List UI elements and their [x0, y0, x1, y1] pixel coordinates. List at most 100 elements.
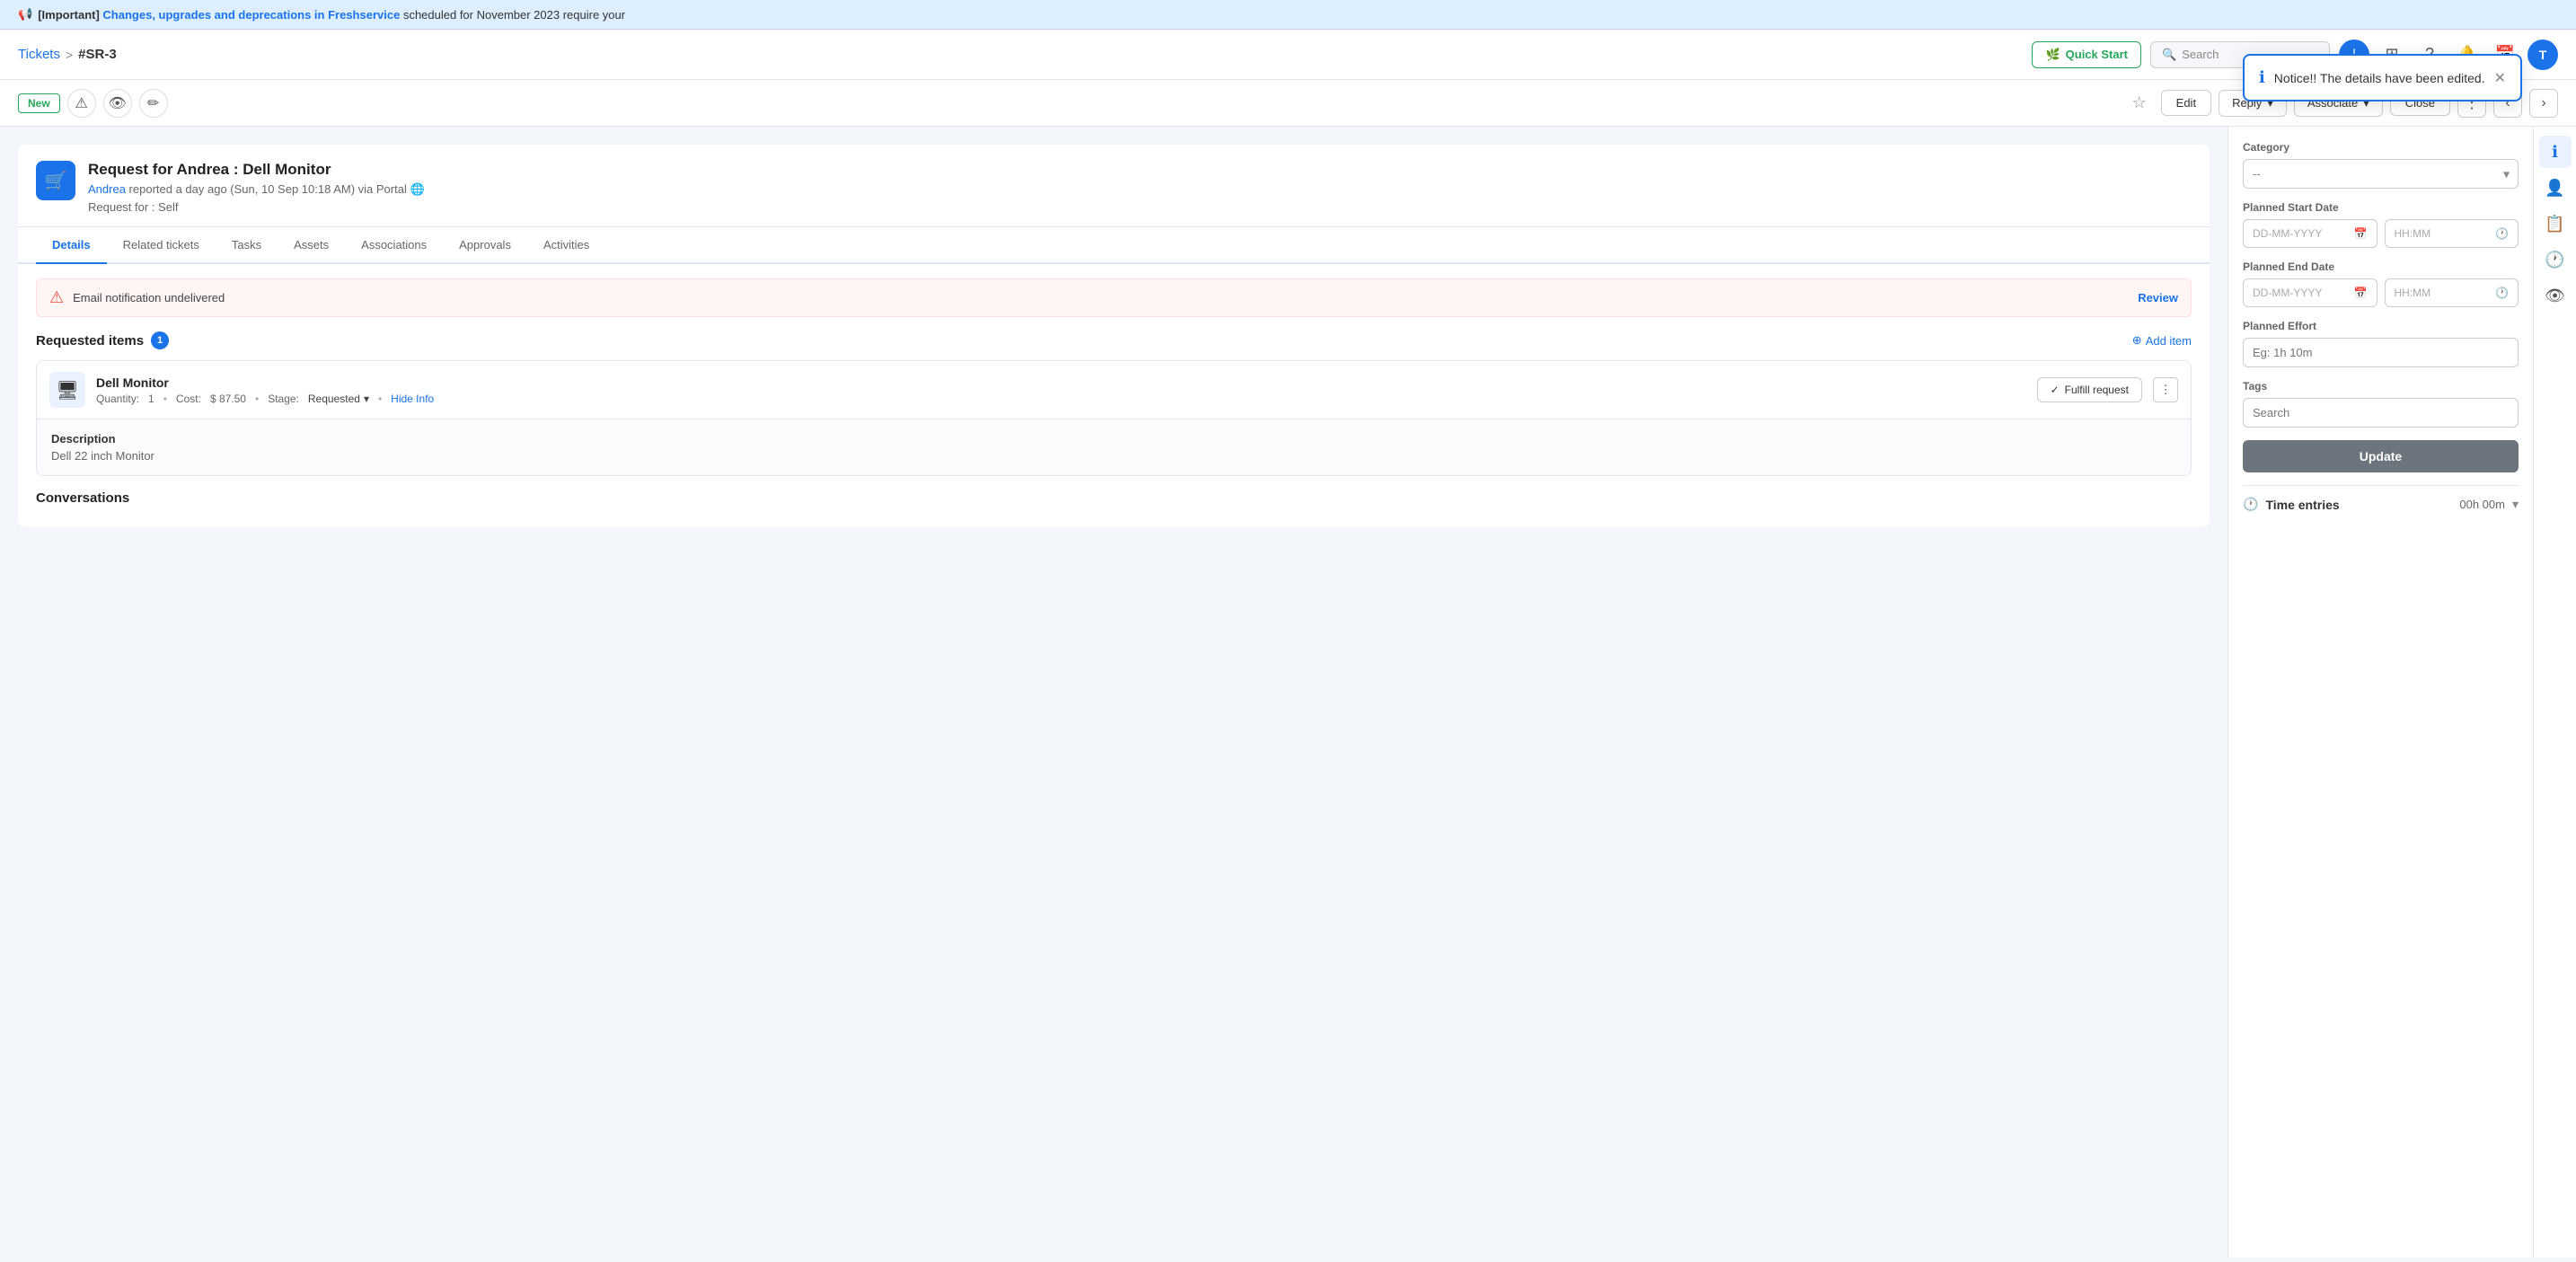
- right-panel: Category -- Planned Start Date DD-MM-YYY…: [2228, 127, 2533, 1258]
- category-field: Category --: [2243, 141, 2519, 189]
- start-time-placeholder: HH:MM: [2395, 227, 2431, 240]
- right-sidebar: ℹ 👤 📋 🕐 👁: [2533, 127, 2576, 1258]
- breadcrumb-separator: >: [66, 48, 73, 62]
- tab-related-tickets[interactable]: Related tickets: [107, 227, 216, 264]
- clock-icon: 🕐: [2495, 227, 2509, 240]
- toolbar: New ⚠ 👁 ✏ ☆ Edit Reply ▾ Associate ▾ Clo…: [0, 80, 2576, 127]
- planned-start-date-input[interactable]: DD-MM-YYYY 📅: [2243, 219, 2378, 248]
- separator-dot-2: •: [255, 393, 259, 405]
- reported-time: reported a day ago (Sun, 10 Sep 10:18 AM…: [129, 182, 407, 196]
- ticket-title: Request for Andrea : Dell Monitor: [88, 161, 425, 179]
- quick-start-button[interactable]: 🌿 Quick Start: [2032, 41, 2141, 68]
- notification-text: Notice!! The details have been edited.: [2274, 71, 2485, 85]
- category-select[interactable]: --: [2243, 159, 2519, 189]
- time-entries-chevron-icon: ▾: [2512, 497, 2519, 512]
- new-badge: New: [18, 93, 60, 113]
- announcement-prefix: [Important]: [38, 8, 100, 22]
- calendar-icon: 📅: [2354, 227, 2368, 240]
- quick-start-label: Quick Start: [2066, 48, 2128, 61]
- clock-icon-end: 🕐: [2495, 287, 2509, 299]
- edit-button[interactable]: Edit: [2161, 90, 2211, 116]
- item-more-button[interactable]: ⋮: [2153, 377, 2178, 402]
- stage-value[interactable]: Requested ▾: [308, 393, 369, 405]
- requested-items-title: Requested items: [36, 333, 144, 349]
- ticket-id: #SR-3: [78, 47, 117, 62]
- review-link[interactable]: Review: [2138, 291, 2178, 304]
- planned-effort-input[interactable]: [2243, 338, 2519, 367]
- next-ticket-button[interactable]: ›: [2529, 89, 2558, 118]
- edit-icon-button[interactable]: ✏: [139, 89, 168, 118]
- eye-icon-button[interactable]: 👁: [103, 89, 132, 118]
- tabs-bar: Details Related tickets Tasks Assets Ass…: [18, 227, 2210, 264]
- sidebar-clock-button[interactable]: 🕐: [2539, 243, 2572, 276]
- announcement-text: [Important] Changes, upgrades and deprec…: [38, 8, 625, 22]
- sidebar-notes-button[interactable]: 📋: [2539, 207, 2572, 240]
- main-layout: 🛒 Request for Andrea : Dell Monitor Andr…: [0, 127, 2576, 1258]
- tags-label: Tags: [2243, 380, 2519, 393]
- start-date-placeholder: DD-MM-YYYY: [2253, 227, 2322, 240]
- sidebar-info-button[interactable]: ℹ: [2539, 136, 2572, 168]
- planned-start-date-row: DD-MM-YYYY 📅 HH:MM 🕐: [2243, 219, 2519, 248]
- planned-start-date-field: Planned Start Date DD-MM-YYYY 📅 HH:MM 🕐: [2243, 201, 2519, 248]
- end-time-placeholder: HH:MM: [2395, 287, 2431, 299]
- tags-search-input[interactable]: [2243, 398, 2519, 428]
- planned-start-time-input[interactable]: HH:MM 🕐: [2385, 219, 2519, 248]
- checkmark-icon: ✓: [2051, 384, 2060, 396]
- time-entries-clock-icon: 🕐: [2243, 497, 2258, 512]
- tab-assets[interactable]: Assets: [278, 227, 345, 264]
- header: Tickets > #SR-3 🌿 Quick Start 🔍 Search ＋…: [0, 30, 2576, 80]
- end-date-placeholder: DD-MM-YYYY: [2253, 287, 2322, 299]
- notification-info-icon: ℹ: [2259, 68, 2265, 87]
- reporter-link[interactable]: Andrea: [88, 182, 126, 196]
- quantity-value: 1: [148, 393, 154, 405]
- planned-end-time-input[interactable]: HH:MM 🕐: [2385, 278, 2519, 307]
- user-avatar[interactable]: T: [2527, 40, 2558, 70]
- search-icon: 🔍: [2162, 48, 2176, 62]
- tickets-link[interactable]: Tickets: [18, 47, 60, 62]
- breadcrumb: Tickets > #SR-3: [18, 47, 117, 62]
- hide-info-button[interactable]: Hide Info: [391, 393, 434, 405]
- tab-associations[interactable]: Associations: [345, 227, 443, 264]
- notification-popup: ℹ Notice!! The details have been edited.…: [2243, 54, 2522, 101]
- separator-dot-3: •: [378, 393, 382, 405]
- fulfill-label: Fulfill request: [2065, 384, 2129, 396]
- conversations-section: Conversations: [36, 490, 2192, 506]
- ticket-request-for: Request for : Self: [88, 200, 425, 214]
- tags-field: Tags: [2243, 380, 2519, 428]
- left-panel: 🛒 Request for Andrea : Dell Monitor Andr…: [0, 127, 2228, 1258]
- planned-start-label: Planned Start Date: [2243, 201, 2519, 214]
- announcement-suffix: scheduled for November 2023 require your: [403, 8, 625, 22]
- planned-end-date-row: DD-MM-YYYY 📅 HH:MM 🕐: [2243, 278, 2519, 307]
- item-card: 🖥 Dell Monitor Quantity: 1 • Cost: $ 87.…: [36, 360, 2192, 476]
- alert-icon-button[interactable]: ⚠: [67, 89, 96, 118]
- planned-end-date-input[interactable]: DD-MM-YYYY 📅: [2243, 278, 2378, 307]
- description-text: Dell 22 inch Monitor: [51, 449, 2176, 463]
- fulfill-request-button[interactable]: ✓ Fulfill request: [2037, 377, 2142, 402]
- tab-approvals[interactable]: Approvals: [443, 227, 527, 264]
- sidebar-person-button[interactable]: 👤: [2539, 172, 2572, 204]
- alert-triangle-icon: ⚠: [49, 288, 64, 307]
- tab-tasks[interactable]: Tasks: [216, 227, 278, 264]
- megaphone-icon: 📢: [18, 7, 32, 22]
- item-meta: Quantity: 1 • Cost: $ 87.50 • Stage: Req…: [96, 393, 2026, 405]
- item-card-header: 🖥 Dell Monitor Quantity: 1 • Cost: $ 87.…: [37, 361, 2191, 419]
- content-area: ⚠ Email notification undelivered Review …: [18, 264, 2210, 527]
- add-item-button[interactable]: ⊕ Add item: [2132, 333, 2192, 348]
- ticket-meta: Andrea reported a day ago (Sun, 10 Sep 1…: [88, 182, 425, 197]
- star-button[interactable]: ☆: [2125, 89, 2154, 118]
- planned-effort-label: Planned Effort: [2243, 320, 2519, 332]
- notification-close-button[interactable]: ✕: [2494, 69, 2506, 87]
- tab-activities[interactable]: Activities: [527, 227, 605, 264]
- tab-details[interactable]: Details: [36, 227, 107, 264]
- add-item-label: Add item: [2146, 334, 2192, 348]
- item-description: Description Dell 22 inch Monitor: [37, 419, 2191, 475]
- item-info: Dell Monitor Quantity: 1 • Cost: $ 87.50…: [96, 375, 2026, 405]
- conversations-title: Conversations: [36, 490, 2192, 506]
- ticket-info: Request for Andrea : Dell Monitor Andrea…: [88, 161, 425, 214]
- announcement-link[interactable]: Changes, upgrades and deprecations in Fr…: [102, 8, 400, 22]
- planned-effort-field: Planned Effort: [2243, 320, 2519, 367]
- time-entries-row[interactable]: 🕐 Time entries 00h 00m ▾: [2243, 485, 2519, 512]
- sidebar-eye-button[interactable]: 👁: [2539, 279, 2572, 312]
- update-button[interactable]: Update: [2243, 440, 2519, 472]
- announcement-bar: 📢 [Important] Changes, upgrades and depr…: [0, 0, 2576, 30]
